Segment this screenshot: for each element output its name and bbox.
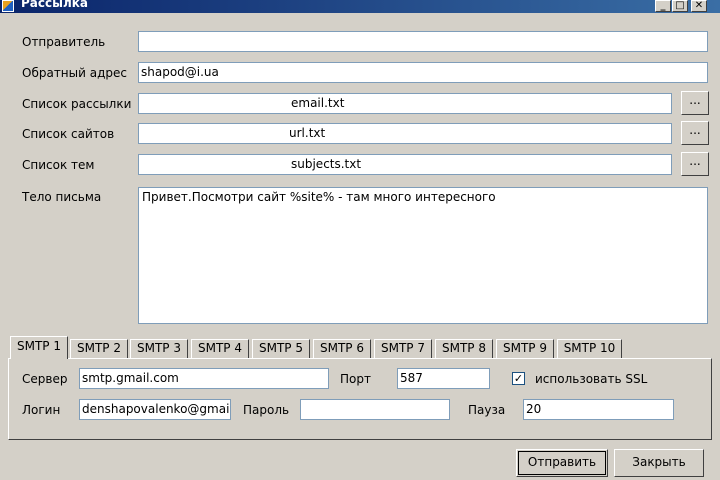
topics-list-value: subjects.txt: [291, 157, 362, 171]
smtp-tab-panel: Сервер smtp.gmail.com Порт 587 ✓ использ…: [8, 358, 712, 440]
port-label: Порт: [340, 372, 371, 386]
tab-smtp-4[interactable]: SMTP 4: [191, 339, 249, 358]
password-field[interactable]: [300, 399, 450, 420]
tab-smtp-8[interactable]: SMTP 8: [435, 339, 493, 358]
pause-label: Пауза: [468, 403, 506, 417]
pause-field[interactable]: 20: [523, 399, 674, 420]
sites-list-value: url.txt: [289, 126, 326, 140]
password-label: Пароль: [243, 403, 290, 417]
sites-list-field[interactable]: url.txt: [138, 123, 672, 144]
close-window-button[interactable]: ✕: [691, 0, 707, 12]
tab-smtp-2[interactable]: SMTP 2: [70, 339, 128, 358]
tab-smtp-9[interactable]: SMTP 9: [496, 339, 554, 358]
window-title: Рассылка: [21, 0, 89, 10]
send-button[interactable]: Отправить: [516, 449, 608, 477]
tab-smtp-1[interactable]: SMTP 1: [10, 336, 68, 359]
topics-list-label: Список тем: [22, 158, 95, 172]
close-button[interactable]: Закрыть: [614, 449, 704, 477]
maximize-button[interactable]: □: [672, 0, 688, 12]
server-label: Сервер: [22, 372, 68, 386]
checkmark-icon: ✓: [513, 372, 524, 385]
minimize-button[interactable]: _: [655, 0, 671, 12]
sites-list-browse-button[interactable]: ...: [681, 121, 709, 145]
sender-field[interactable]: [138, 31, 708, 52]
reply-to-label: Обратный адрес: [22, 66, 127, 80]
reply-to-field[interactable]: shapod@i.ua: [138, 62, 708, 83]
login-field[interactable]: denshapovalenko@gmail: [79, 399, 231, 420]
ssl-checkbox[interactable]: ✓: [512, 372, 525, 385]
login-label: Логин: [22, 403, 61, 417]
tab-smtp-7[interactable]: SMTP 7: [374, 339, 432, 358]
mailing-list-field[interactable]: email.txt: [138, 93, 672, 114]
ssl-label: использовать SSL: [535, 372, 648, 386]
mailing-list-value: email.txt: [291, 96, 345, 110]
sender-label: Отправитель: [22, 35, 106, 49]
tab-smtp-5[interactable]: SMTP 5: [252, 339, 310, 358]
server-field[interactable]: smtp.gmail.com: [79, 368, 329, 389]
tab-smtp-6[interactable]: SMTP 6: [313, 339, 371, 358]
tab-smtp-10[interactable]: SMTP 10: [557, 339, 622, 358]
tab-smtp-3[interactable]: SMTP 3: [130, 339, 188, 358]
port-field[interactable]: 587: [397, 368, 490, 389]
sites-list-label: Список сайтов: [22, 127, 115, 141]
topics-list-browse-button[interactable]: ...: [681, 152, 709, 176]
title-bar: Рассылка _ □ ✕: [0, 0, 720, 13]
body-label: Тело письма: [22, 190, 102, 204]
mailing-list-label: Список рассылки: [22, 97, 132, 111]
body-textarea[interactable]: Привет.Посмотри сайт %site% - там много …: [138, 187, 708, 324]
app-icon: [2, 0, 14, 12]
topics-list-field[interactable]: subjects.txt: [138, 154, 672, 175]
mailing-list-browse-button[interactable]: ...: [681, 91, 709, 115]
